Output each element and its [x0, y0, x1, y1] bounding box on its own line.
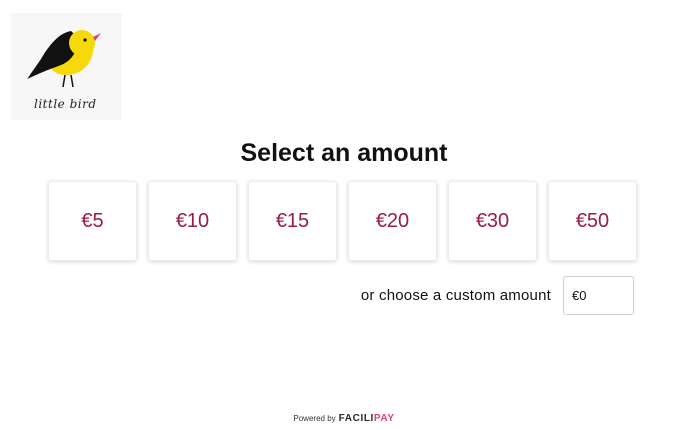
- amount-button-15[interactable]: €15: [248, 181, 337, 261]
- custom-amount-label: or choose a custom amount: [360, 287, 551, 304]
- page-title: Select an amount: [240, 139, 448, 167]
- logo-text: little bird: [34, 97, 97, 111]
- amount-options: €5 €10 €15 €20 €30 €50: [48, 181, 637, 261]
- brand-logo: FACILIPAY: [339, 413, 395, 424]
- amount-button-10[interactable]: €10: [148, 181, 237, 261]
- logo: little bird: [11, 13, 122, 120]
- amount-button-5[interactable]: €5: [48, 181, 137, 261]
- powered-by-text: Powered by: [293, 414, 336, 423]
- amount-button-50[interactable]: €50: [548, 181, 637, 261]
- footer: Powered by FACILIPAY: [0, 413, 688, 424]
- custom-amount-input[interactable]: [563, 276, 634, 315]
- brand-accent: PAY: [373, 413, 395, 424]
- custom-amount-row: or choose a custom amount: [361, 276, 634, 315]
- amount-button-30[interactable]: €30: [448, 181, 537, 261]
- brand-main: FACILI: [338, 413, 374, 424]
- amount-button-20[interactable]: €20: [348, 181, 437, 261]
